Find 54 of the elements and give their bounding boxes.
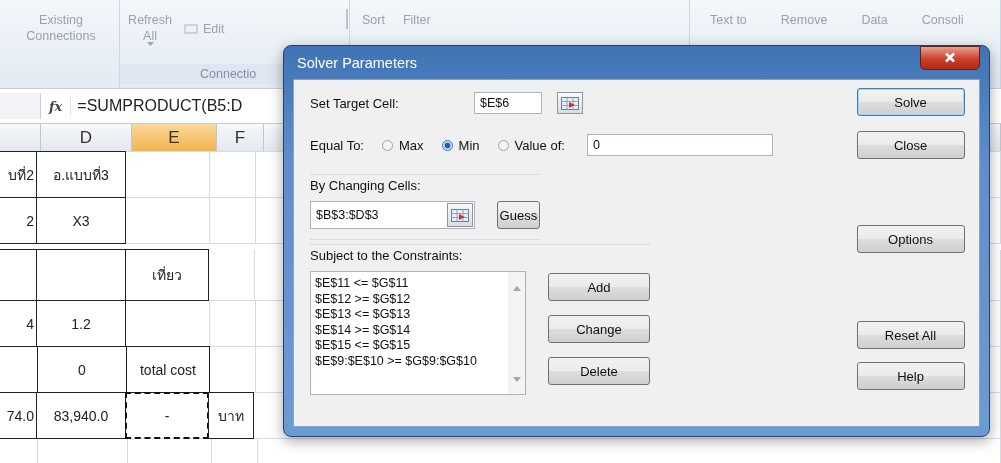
list-item[interactable]: $E$11 <= $G$11 [315, 276, 508, 292]
list-item[interactable]: $E$15 <= $G$15 [315, 338, 508, 354]
field-label: Equal To: [310, 137, 365, 153]
table-cell: 74.0 [6, 407, 34, 424]
collapse-dialog-button[interactable] [557, 92, 583, 114]
table-cell: total cost [140, 361, 196, 378]
table-cell-text: บาท [218, 406, 244, 426]
function-button[interactable]: fx [49, 98, 63, 114]
close-button[interactable] [920, 45, 980, 70]
list-item[interactable]: $E$12 >= $G$12 [315, 291, 508, 307]
button[interactable]: Close [856, 131, 965, 159]
table-cell: X3 [72, 212, 90, 229]
table-icon [561, 96, 579, 110]
table-cell: - [164, 407, 170, 424]
column-header[interactable]: F [217, 124, 264, 151]
radio-button[interactable]: Value of: [497, 137, 565, 153]
button[interactable]: Solve [856, 88, 965, 116]
group-label: Subject to the Constraints: [310, 247, 463, 263]
table-cell: 1.2 [71, 315, 91, 332]
column-header[interactable]: E [132, 124, 217, 151]
table-cell-text: บที่2 [8, 165, 34, 185]
list-item[interactable]: $E$13 <= $G$13 [315, 307, 508, 323]
table-cell-text: อ.แบบที่3 [53, 165, 109, 185]
table-cell: 2 [26, 212, 34, 229]
scroll-down-icon [512, 377, 521, 382]
button[interactable]: Guess [496, 201, 540, 229]
radio-button[interactable]: Max [382, 137, 424, 153]
button[interactable]: Options [856, 225, 965, 253]
input-field[interactable]: $B$3:$D$3 [310, 201, 475, 229]
table-cell: 4 [26, 315, 34, 332]
list-item[interactable]: $E$9:$E$10 >= $G$9:$G$10 [315, 353, 508, 369]
table-icon [450, 208, 469, 222]
table-cell: 83,940.0 [53, 407, 109, 424]
scrollbar[interactable] [508, 272, 525, 394]
button[interactable]: Delete [548, 357, 650, 385]
caret-icon [146, 42, 154, 47]
button[interactable]: Add [548, 273, 650, 301]
input-field[interactable]: 0 [586, 134, 773, 156]
button[interactable]: Change [548, 315, 650, 343]
list-item[interactable]: $E$14 >= $G$14 [315, 322, 508, 338]
input-field[interactable]: $E$6 [474, 92, 542, 114]
radio-button[interactable]: Min [441, 137, 480, 153]
formula-field[interactable]: =SUMPRODUCT(B5:D [70, 97, 243, 115]
table-cell-text: เที่ยว [152, 265, 182, 285]
close-icon [944, 52, 956, 63]
scroll-up-icon [512, 286, 521, 291]
button[interactable]: Reset All [856, 321, 965, 349]
button[interactable]: Help [856, 362, 965, 390]
constraints-list[interactable]: $E$11 <= $G$11 $E$12 >= $G$12 $E$13 <= $G$13 $E$14 >= $G$14 $E$15 <= $G$15 $E$9:$E$10 >= $G$9:$G$10 [310, 271, 526, 395]
selected-cell-border[interactable]: - [125, 392, 209, 439]
group-label: By Changing Cells: [310, 177, 421, 193]
table-cell: 0 [78, 361, 86, 378]
field-label: Set Target Cell: [310, 95, 400, 111]
collapse-dialog-button[interactable] [446, 203, 473, 227]
